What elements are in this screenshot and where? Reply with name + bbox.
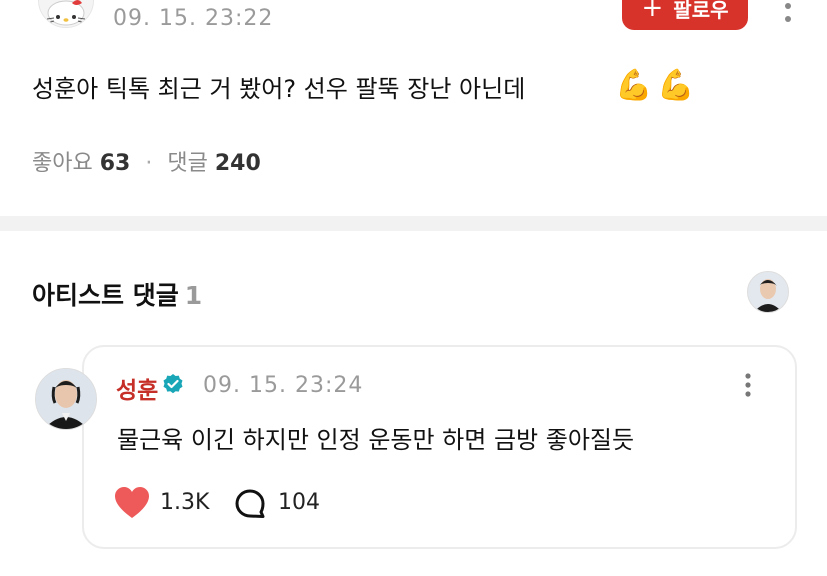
comment-author-avatar-image xyxy=(36,369,96,429)
post-timestamp: 09. 15. 23:22 xyxy=(113,6,274,31)
verified-badge-icon xyxy=(162,373,184,395)
comment-more-options-icon[interactable] xyxy=(737,372,759,400)
likes-label[interactable]: 좋아요 xyxy=(32,151,93,176)
artist-comments-heading: 아티스트 댓글 1 xyxy=(32,276,202,312)
section-divider xyxy=(0,216,827,231)
separator-dot: · xyxy=(145,151,153,176)
heart-icon[interactable] xyxy=(114,486,150,520)
artist-comments-count: 1 xyxy=(184,281,203,310)
artist-comments-title: 아티스트 댓글 xyxy=(32,281,179,310)
comment-timestamp: 09. 15. 23:24 xyxy=(203,373,364,398)
follow-button[interactable]: + 팔로우 xyxy=(622,0,748,30)
follow-label: 팔로우 xyxy=(673,0,729,22)
likes-count: 63 xyxy=(99,151,131,176)
comments-label[interactable]: 댓글 xyxy=(167,151,207,176)
post-author-avatar[interactable] xyxy=(38,0,94,28)
comment-author-name[interactable]: 성훈 xyxy=(116,371,158,405)
comment-text: 물근육 이긴 하지만 인정 운동만 하면 금방 좋아질듯 xyxy=(117,426,635,454)
post-text: 성훈아 틱톡 최근 거 봤어? 선우 팔뚝 장난 아닌데 xyxy=(32,75,526,103)
reply-bubble-icon[interactable] xyxy=(234,488,266,520)
comments-count: 240 xyxy=(214,151,261,176)
post-stats: 좋아요 63 · 댓글 240 xyxy=(32,145,261,177)
flexed-biceps-emoji: 💪 xyxy=(615,68,653,103)
plus-icon: + xyxy=(641,0,664,23)
flexed-biceps-emoji: 💪 xyxy=(657,68,695,103)
post-more-options-icon[interactable] xyxy=(776,0,800,28)
comment-author-avatar[interactable] xyxy=(35,368,97,430)
artist-avatar-image xyxy=(748,272,788,312)
artist-avatar[interactable] xyxy=(747,271,789,313)
comment-like-count: 1.3K xyxy=(160,490,210,515)
comment-reply-count: 104 xyxy=(278,490,320,515)
hello-kitty-avatar-image xyxy=(39,0,93,27)
